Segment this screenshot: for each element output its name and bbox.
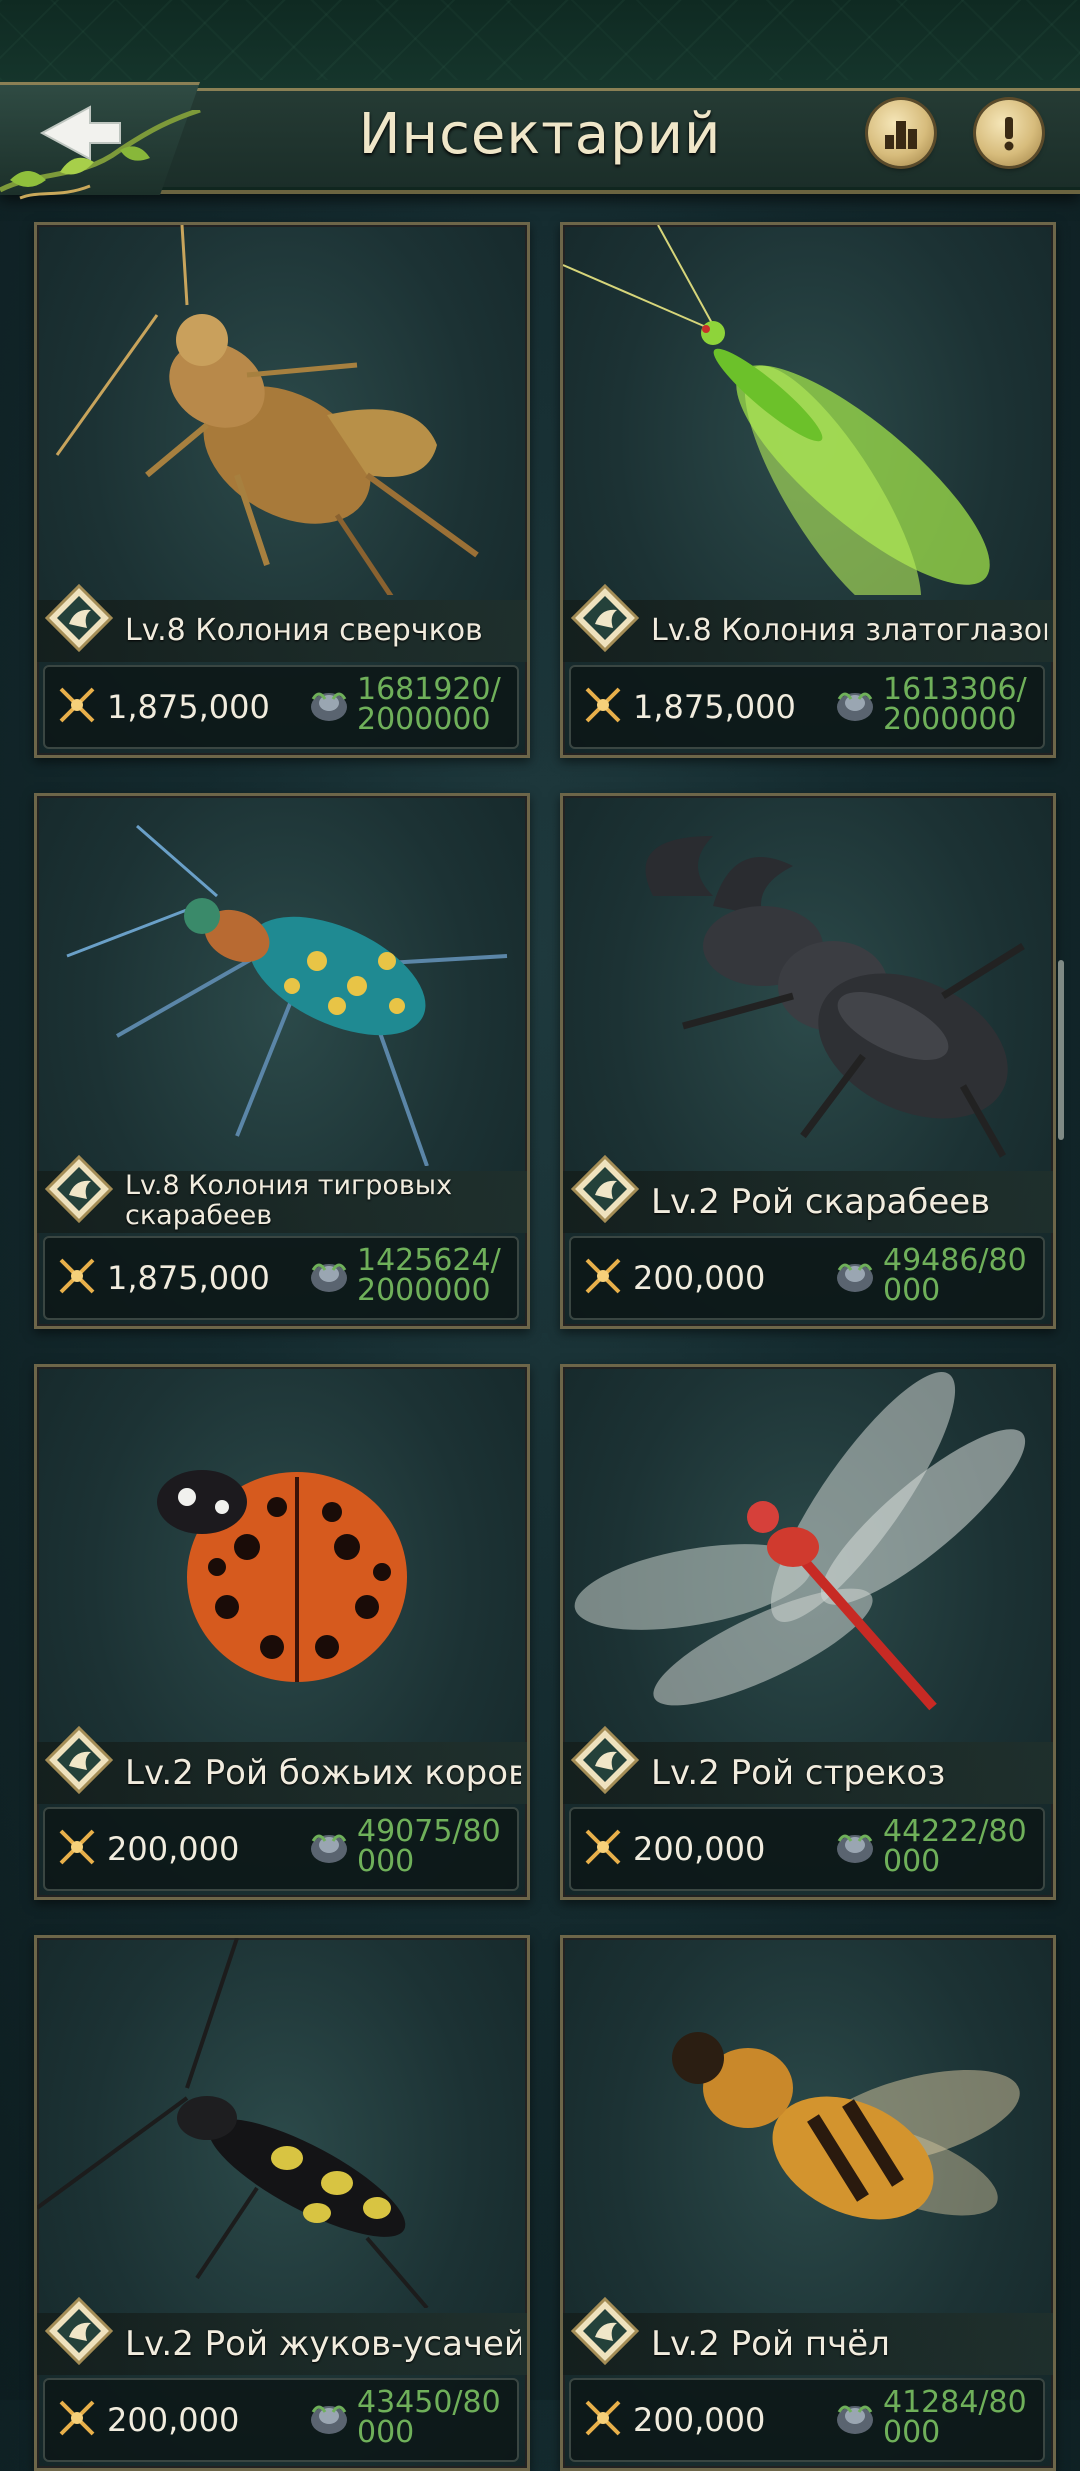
card-stats: 200,000 41284/80000 [569,2378,1045,2462]
insect-card-ladybug[interactable]: Lv.2 Рой божьих коровок 200,000 49075/80… [34,1364,530,1900]
vine-decoration [0,110,201,200]
insect-card-longhorn-beetle[interactable]: Lv.2 Рой жуков-усачей 200,000 43450/8000… [34,1935,530,2471]
resource-progress: 1613306/2000000 [883,672,1027,737]
power-value: 1,875,000 [107,688,270,726]
stag-beetle-image [645,836,1025,1158]
card-name: Lv.8 Колония златоглазок [651,613,1047,648]
dragonfly-image [574,1372,1026,1711]
power-icon [59,1829,95,1865]
tiger-beetle-image [66,824,508,1166]
card-name-bar: Lv.2 Рой скарабеев [563,1155,1053,1233]
power-icon [59,687,95,723]
colony-badge-icon [571,584,639,652]
colony-badge-icon [45,1726,113,1794]
ladybug-image [157,1470,407,1682]
ranking-icon [885,121,917,149]
power-icon [585,1258,621,1294]
power-icon [585,2400,621,2436]
power-icon [585,1829,621,1865]
card-name-bar: Lv.2 Рой пчёл [563,2297,1053,2375]
page-title: Инсектарий [358,102,722,167]
resource-icon [311,1263,347,1292]
card-name: Lv.8 Колония сверчков [125,613,483,648]
resource-progress: 1681920/2000000 [357,672,501,737]
card-name: Lv.2 Рой скарабеев [651,1182,991,1222]
insect-card-tiger-beetle[interactable]: Lv.8 Колония тигровых скарабеев 1,875,00… [34,793,530,1329]
resource-icon [837,2405,873,2434]
card-stats: 200,000 49075/80000 [43,1807,519,1891]
resource-progress: 49075/80000 [357,1814,501,1879]
card-stats: 200,000 43450/80000 [43,2378,519,2462]
card-name-bar: Lv.2 Рой жуков-усачей [37,2297,527,2375]
card-name-bar: Lv.8 Колония златоглазок [563,584,1053,662]
insect-card-stag-beetle[interactable]: Lv.2 Рой скарабеев 200,000 49486/80000 [560,793,1056,1329]
card-stats: 200,000 49486/80000 [569,1236,1045,1320]
card-stats: 200,000 44222/80000 [569,1807,1045,1891]
card-stats: 1,875,000 1681920/2000000 [43,665,519,749]
colony-badge-icon [45,2297,113,2365]
card-name-bar: Lv.2 Рой стрекоз [563,1726,1053,1804]
card-name-bar: Lv.8 Колония сверчков [37,584,527,662]
lacewing-image [563,225,990,595]
card-name: Lv.2 Рой божьих коровок [125,1753,521,1793]
resource-icon [311,2405,347,2434]
card-name: Lv.2 Рой стрекоз [651,1753,946,1793]
resource-progress: 41284/80000 [883,2385,1027,2450]
insect-card-dragonfly[interactable]: Lv.2 Рой стрекоз 200,000 44222/80000 [560,1364,1056,1900]
power-value: 1,875,000 [633,688,796,726]
bee-image [672,2032,1020,2220]
cricket-image [55,225,479,595]
power-icon [59,1258,95,1294]
resource-icon [837,692,873,721]
card-name: Lv.2 Рой жуков-усачей [125,2324,521,2364]
insect-card-cricket[interactable]: Lv.8 Колония сверчков 1,875,000 1681920/… [34,222,530,758]
card-name: Lv.8 Колония тигровых скарабеев [125,1171,453,1231]
colony-badge-icon [571,1726,639,1794]
power-value: 200,000 [107,1830,240,1868]
resource-icon [311,1834,347,1863]
card-name-bar: Lv.8 Колония тигровых скарабеев [37,1155,527,1233]
top-bar: Инсектарий [0,0,1080,200]
ranking-button[interactable] [868,100,934,166]
card-name: Lv.2 Рой пчёл [651,2324,890,2364]
power-value: 200,000 [107,2401,240,2439]
power-value: 200,000 [633,1259,766,1297]
insect-card-bee[interactable]: Lv.2 Рой пчёл 200,000 41284/80000 [560,1935,1056,2471]
power-value: 200,000 [633,2401,766,2439]
resource-icon [311,692,347,721]
resource-progress: 49486/80000 [883,1243,1027,1308]
scrollbar[interactable] [1058,960,1064,1140]
longhorn-beetle-image [37,1938,429,2308]
resource-icon [837,1263,873,1292]
card-stats: 1,875,000 1613306/2000000 [569,665,1045,749]
resource-icon [837,1834,873,1863]
power-value: 200,000 [633,1830,766,1868]
power-icon [59,2400,95,2436]
card-stats: 1,875,000 1425624/2000000 [43,1236,519,1320]
header-pattern [0,0,1080,80]
power-value: 1,875,000 [107,1259,270,1297]
resource-progress: 43450/80000 [357,2385,501,2450]
colony-badge-icon [45,584,113,652]
insect-card-lacewing[interactable]: Lv.8 Колония златоглазок 1,875,000 16133… [560,222,1056,758]
colony-badge-icon [571,2297,639,2365]
resource-progress: 44222/80000 [883,1814,1027,1879]
colony-badge-icon [571,1155,639,1223]
colony-badge-icon [45,1155,113,1223]
info-button[interactable] [976,100,1042,166]
info-icon [1004,117,1014,151]
resource-progress: 1425624/2000000 [357,1243,501,1308]
power-icon [585,687,621,723]
card-name-bar: Lv.2 Рой божьих коровок [37,1726,527,1804]
